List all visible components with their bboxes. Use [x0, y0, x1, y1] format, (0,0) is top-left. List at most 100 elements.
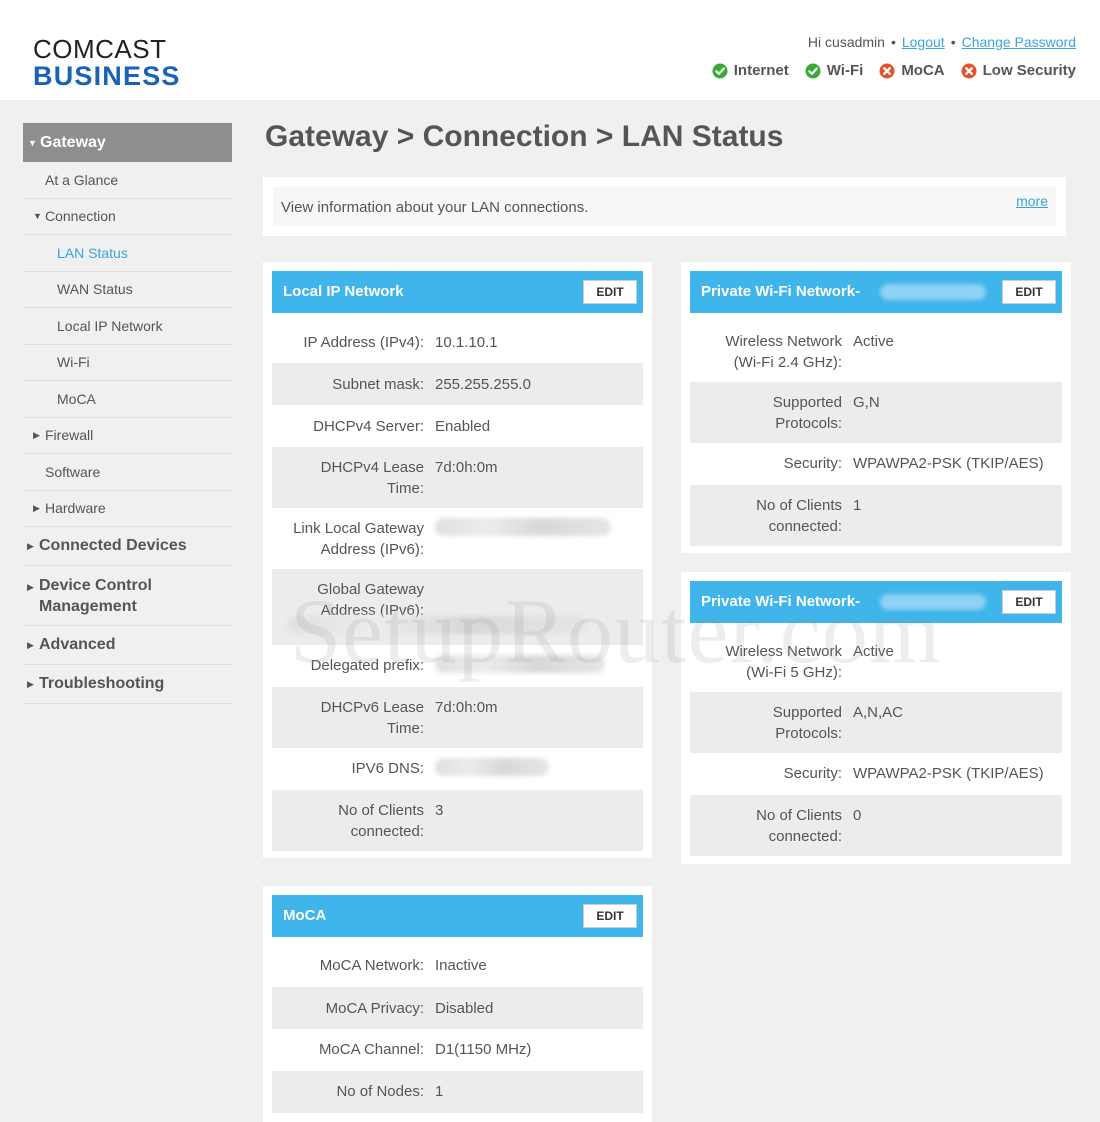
- edit-button[interactable]: EDIT: [1002, 590, 1056, 614]
- sidebar-item-device-control-management[interactable]: ▶ Device Control Management: [23, 566, 232, 626]
- sidebar-item-hardware[interactable]: ▶ Hardware: [23, 491, 232, 527]
- intro-panel: View information about your LAN connecti…: [263, 177, 1066, 236]
- sidebar-item-gateway[interactable]: ▼ Gateway: [23, 123, 232, 162]
- status-label: Internet: [733, 62, 789, 79]
- sidebar-item-label: WAN Status: [57, 281, 133, 298]
- row-label-line1: Wireless Network: [725, 643, 842, 660]
- card-title: MoCA: [283, 907, 327, 924]
- row-label: DHCPv6 Lease Time:: [272, 687, 424, 748]
- row-label: Wireless Network (Wi-Fi 5 GHz):: [690, 631, 842, 692]
- separator: •: [890, 34, 896, 50]
- row-value: WPAWPA2-PSK (TKIP/AES): [853, 455, 1044, 472]
- sidebar-item-moca[interactable]: MoCA: [23, 381, 232, 418]
- row-label-line2: Protocols:: [775, 725, 842, 742]
- sidebar-item-connected-devices[interactable]: ▶ Connected Devices: [23, 527, 232, 566]
- intro-text: View information about your LAN connecti…: [281, 199, 589, 216]
- redacted-value: [424, 645, 605, 687]
- sidebar-item-label: Wi-Fi: [57, 354, 90, 371]
- row-label: Wireless Network (Wi-Fi 2.4 GHz):: [690, 321, 842, 382]
- sidebar-item-at-a-glance[interactable]: At a Glance: [23, 162, 232, 199]
- info-row: DHCPv6 Lease Time: 7d:0h:0m: [272, 687, 643, 748]
- redacted-ssid: [880, 284, 986, 300]
- edit-button[interactable]: EDIT: [1002, 280, 1056, 304]
- sidebar-item-connection[interactable]: ▼ Connection: [23, 199, 232, 235]
- sidebar-nav: ▼ Gateway At a Glance ▼ Connection LAN Sta…: [23, 123, 232, 704]
- sidebar-item-label: Troubleshooting: [39, 675, 165, 692]
- status-security: Low Security: [961, 62, 1076, 79]
- info-row: MoCA Channel: D1(1150 MHz): [272, 1029, 643, 1071]
- row-value: 10.1.10.1: [435, 334, 498, 351]
- sidebar-item-troubleshooting[interactable]: ▶ Troubleshooting: [23, 665, 232, 704]
- info-row: MoCA Network: Inactive: [272, 945, 643, 987]
- private-wifi-24-card: Private Wi-Fi Network- EDIT Wireless Net…: [681, 262, 1071, 553]
- row-value: D1(1150 MHz): [435, 1041, 532, 1058]
- row-label: No of Nodes:: [336, 1083, 424, 1100]
- sidebar-item-wifi[interactable]: Wi-Fi: [23, 345, 232, 381]
- logout-link[interactable]: Logout: [902, 34, 945, 50]
- intro-box: View information about your LAN connecti…: [273, 187, 1056, 226]
- logo-line-1: COMCAST: [33, 34, 167, 64]
- row-label-line1: No of Clients: [756, 807, 842, 824]
- info-row: IPV6 DNS:: [272, 748, 643, 790]
- sidebar-item-label: Connection: [45, 208, 116, 225]
- row-value: 1: [853, 497, 862, 514]
- sidebar-item-label: Local IP Network: [57, 317, 163, 334]
- sidebar-item-software[interactable]: Software: [23, 454, 232, 491]
- check-circle-icon: [805, 63, 821, 78]
- row-label: Supported Protocols:: [690, 382, 842, 443]
- info-row: Security: WPAWPA2-PSK (TKIP/AES): [690, 753, 1062, 795]
- card-header: Local IP Network EDIT: [272, 271, 643, 313]
- row-value: 1: [435, 1083, 444, 1100]
- info-row: Security: WPAWPA2-PSK (TKIP/AES): [690, 443, 1062, 485]
- separator: •: [950, 34, 956, 50]
- info-row: Wireless Network (Wi-Fi 2.4 GHz): Active: [690, 321, 1062, 382]
- row-label: Link Local Gateway Address (IPv6):: [272, 508, 424, 569]
- row-label-line2: connected:: [768, 828, 842, 845]
- row-label: MoCA Network:: [319, 957, 424, 974]
- row-value: WPAWPA2-PSK (TKIP/AES): [853, 765, 1044, 782]
- row-label-line2: (Wi-Fi 5 GHz):: [746, 664, 842, 681]
- row-label: MoCA Privacy:: [325, 1000, 424, 1017]
- info-row: No of Clients connected: 0: [690, 795, 1062, 856]
- edit-button[interactable]: EDIT: [583, 904, 637, 928]
- row-label: IP Address (IPv4):: [303, 334, 424, 351]
- status-wifi: Wi-Fi: [805, 62, 863, 79]
- redacted-value: [424, 748, 549, 790]
- sidebar-item-label: Device Control: [39, 576, 152, 594]
- info-row: Wireless Network (Wi-Fi 5 GHz): Active: [690, 631, 1062, 692]
- caret-right-icon: ▶: [33, 429, 40, 440]
- sidebar-item-local-ip-network[interactable]: Local IP Network: [23, 308, 232, 345]
- row-value: 7d:0h:0m: [435, 699, 498, 716]
- status-bar: Internet Wi-Fi MoCA Low Security: [712, 62, 1076, 79]
- change-password-link[interactable]: Change Password: [962, 34, 1076, 50]
- row-value: G,N: [853, 394, 880, 411]
- row-label: IPV6 DNS:: [351, 760, 424, 777]
- info-row: Supported Protocols: A,N,AC: [690, 692, 1062, 753]
- row-value: 3: [435, 802, 444, 819]
- row-label-line1: DHCPv4 Lease: [320, 459, 424, 476]
- row-label-line2: Time:: [387, 480, 424, 497]
- local-ip-network-card: Local IP Network EDIT IP Address (IPv4):…: [263, 262, 652, 858]
- row-value: 255.255.255.0: [435, 376, 531, 393]
- sidebar-item-advanced[interactable]: ▶ Advanced: [23, 626, 232, 665]
- more-link[interactable]: more: [1016, 193, 1048, 209]
- sidebar-item-lan-status[interactable]: LAN Status: [23, 235, 232, 272]
- caret-right-icon: ▶: [27, 678, 34, 689]
- row-value: Enabled: [435, 418, 491, 435]
- page-title: Gateway > Connection > LAN Status: [265, 120, 784, 153]
- sidebar-item-wan-status[interactable]: WAN Status: [23, 272, 232, 308]
- status-label: Low Security: [982, 62, 1076, 79]
- sidebar-item-label: Advanced: [39, 636, 116, 653]
- sidebar-item-firewall[interactable]: ▶ Firewall: [23, 418, 232, 454]
- status-moca: MoCA: [879, 62, 945, 79]
- user-bar: Hi cusadmin • Logout • Change Password: [808, 34, 1076, 50]
- info-row: Subnet mask: 255.255.255.0: [272, 363, 643, 405]
- row-label-line1: Supported: [772, 394, 842, 411]
- row-label-line2: connected:: [768, 518, 842, 535]
- sidebar-item-label: LAN Status: [57, 244, 128, 261]
- info-row: DHCPv4 Server: Enabled: [272, 405, 643, 447]
- row-label: DHCPv4 Lease Time:: [272, 447, 424, 508]
- row-value: 0: [853, 807, 862, 824]
- caret-right-icon: ▶: [27, 639, 34, 650]
- edit-button[interactable]: EDIT: [583, 280, 637, 304]
